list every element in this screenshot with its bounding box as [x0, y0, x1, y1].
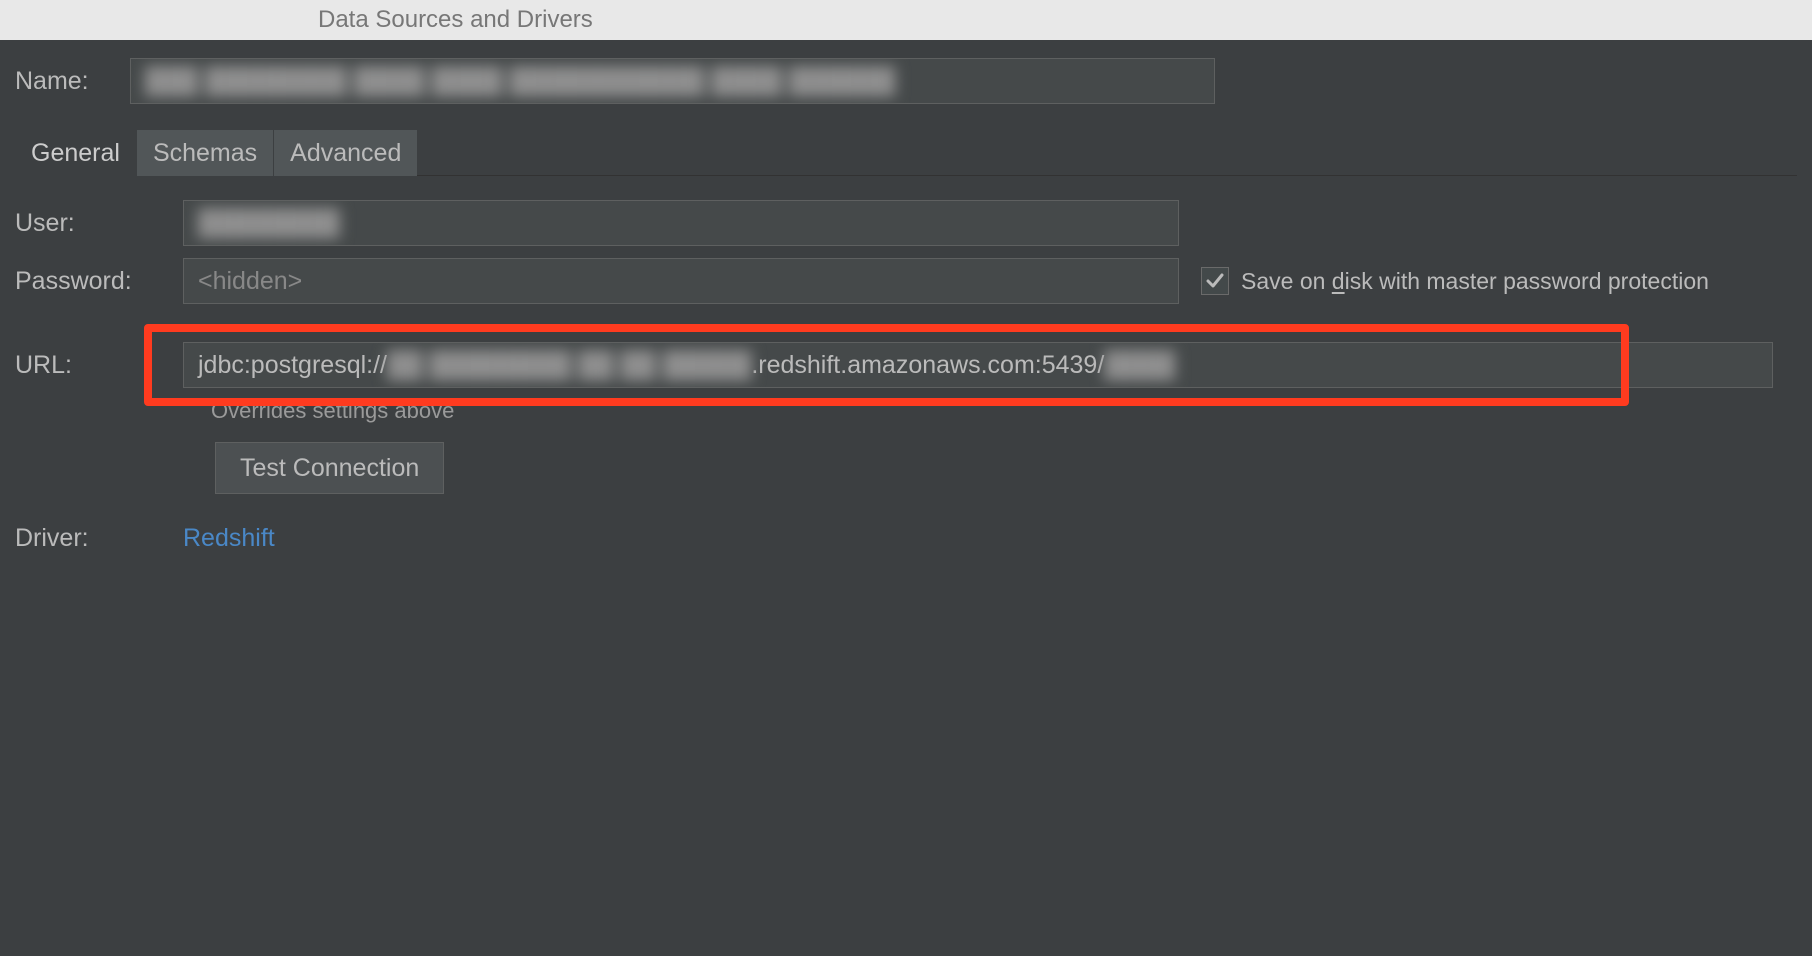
user-value: ████████	[198, 209, 340, 238]
name-input[interactable]: ███ ████████ ████ ████ ███████████ ████ …	[130, 58, 1215, 104]
user-row: User: ████████	[15, 200, 1797, 246]
titlebar-title: Data Sources and Drivers	[318, 6, 593, 34]
tab-general[interactable]: General	[15, 130, 136, 176]
name-value: ███ ████████ ████ ████ ███████████ ████ …	[145, 67, 895, 96]
dialog-content: Name: ███ ████████ ████ ████ ███████████…	[0, 40, 1812, 553]
name-row: Name: ███ ████████ ████ ████ ███████████…	[15, 58, 1797, 104]
url-db-blur: ████	[1104, 351, 1175, 380]
check-icon	[1206, 272, 1224, 290]
url-host-blur: ██ ████████ ██ ██ █████	[387, 351, 751, 380]
save-password-checkbox[interactable]	[1201, 267, 1229, 295]
password-input[interactable]: <hidden>	[183, 258, 1179, 304]
tabs: General Schemas Advanced	[15, 130, 1797, 176]
url-hint: Overrides settings above	[15, 398, 1797, 424]
general-panel: User: ████████ Password: <hidden> Save o…	[15, 176, 1797, 553]
user-input[interactable]: ████████	[183, 200, 1179, 246]
name-label: Name:	[15, 67, 130, 96]
driver-link[interactable]: Redshift	[183, 524, 275, 553]
tab-schemas[interactable]: Schemas	[136, 130, 273, 176]
url-mid: .redshift.amazonaws.com:5439/	[751, 351, 1104, 380]
url-row: URL: jdbc:postgresql://██ ████████ ██ ██…	[15, 342, 1797, 388]
save-password-label: Save on disk with master password protec…	[1241, 268, 1709, 295]
driver-row: Driver: Redshift	[15, 524, 1797, 553]
user-label: User:	[15, 209, 183, 238]
password-value: <hidden>	[198, 267, 302, 296]
save-password-wrap: Save on disk with master password protec…	[1201, 267, 1709, 295]
titlebar: Data Sources and Drivers	[0, 0, 1812, 40]
driver-label: Driver:	[15, 524, 183, 553]
test-connection-button[interactable]: Test Connection	[215, 442, 444, 494]
url-input[interactable]: jdbc:postgresql://██ ████████ ██ ██ ████…	[183, 342, 1773, 388]
tab-advanced[interactable]: Advanced	[273, 130, 417, 176]
url-prefix: jdbc:postgresql://	[198, 351, 387, 380]
password-label: Password:	[15, 267, 183, 296]
url-label: URL:	[15, 351, 183, 380]
password-row: Password: <hidden> Save on disk with mas…	[15, 258, 1797, 304]
